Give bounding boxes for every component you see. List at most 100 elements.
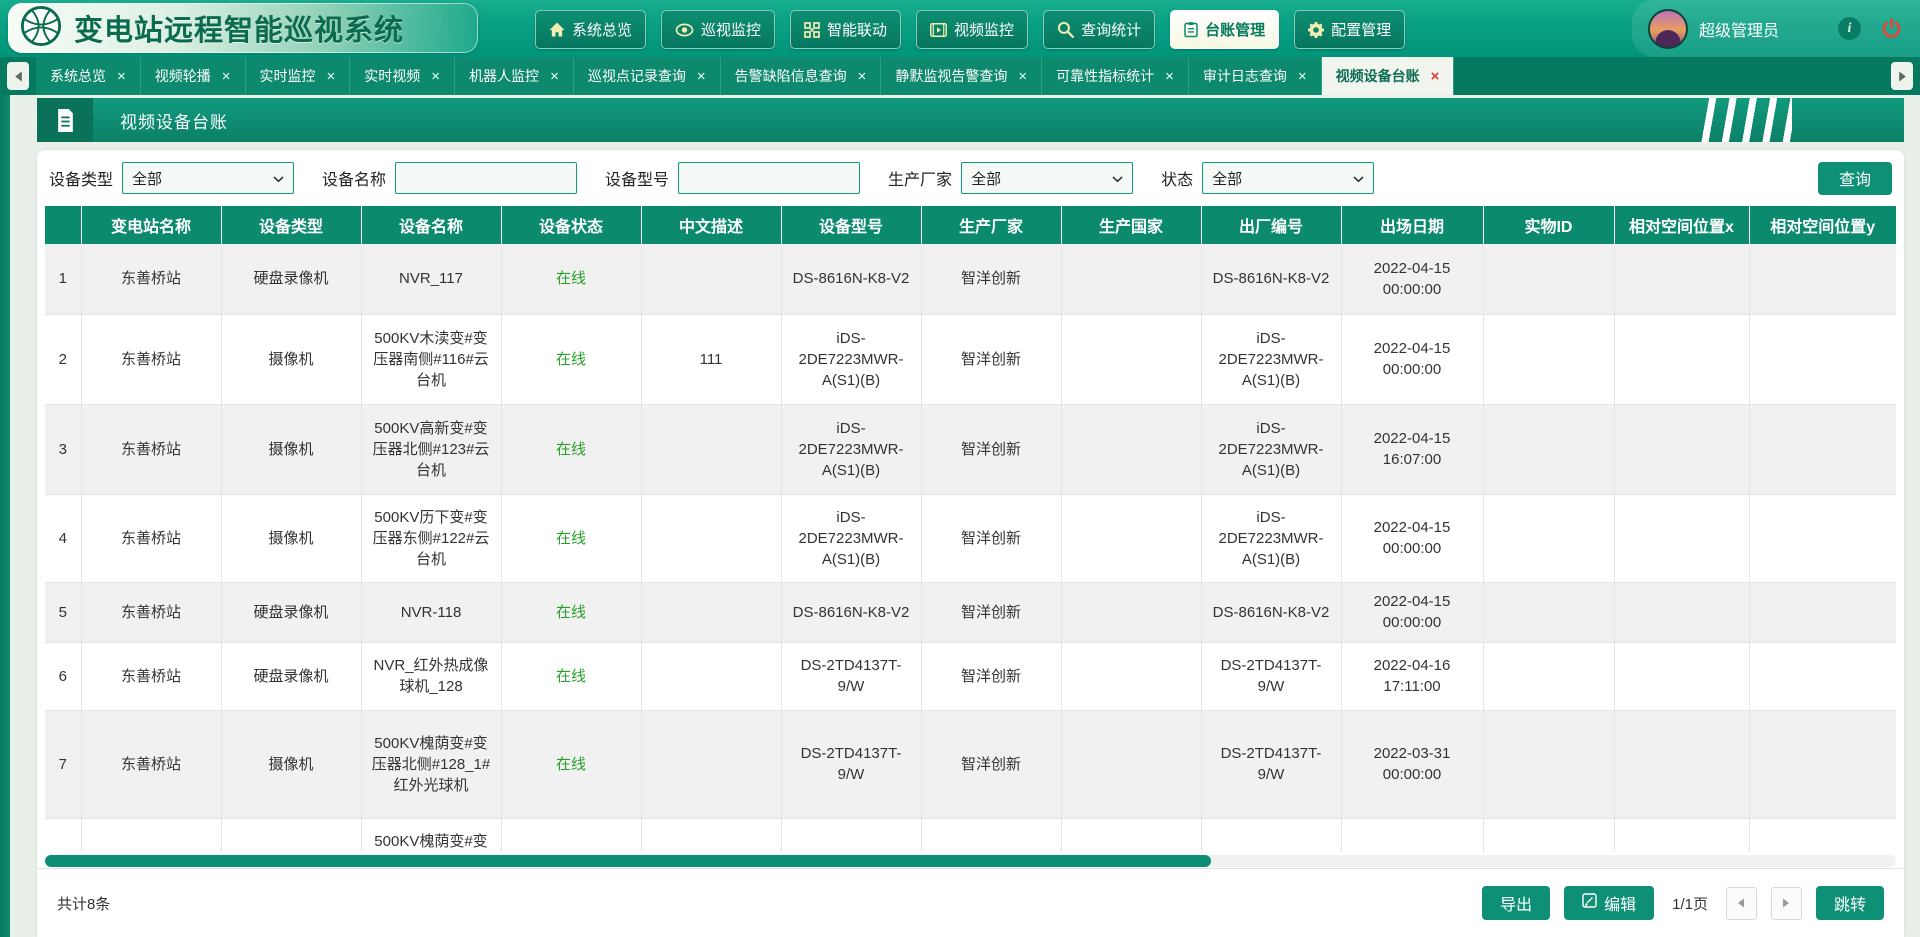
table-row: 4东善桥站摄像机500KV历下变#变压器东侧#122#云台机在线iDS-2DE7…	[45, 494, 1896, 582]
tab-close-icon[interactable]: ×	[431, 69, 440, 84]
tab-label: 审计日志查询	[1203, 66, 1287, 86]
nav-config-management[interactable]: 配置管理	[1294, 10, 1405, 49]
table-cell: 在线	[501, 642, 641, 710]
table-cell	[1483, 244, 1614, 314]
tab-5[interactable]: 巡视点记录查询×	[574, 57, 721, 95]
tab-close-icon[interactable]: ×	[327, 69, 336, 84]
table-cell: 2022-04-15 00:00:00	[1341, 244, 1483, 314]
tabs-scroll-right-button[interactable]	[1891, 62, 1913, 90]
nav-query-stats[interactable]: 查询统计	[1043, 10, 1155, 49]
jump-button[interactable]: 跳转	[1816, 886, 1884, 920]
table-cell: 摄像机	[221, 494, 361, 582]
table-cell	[1483, 710, 1614, 818]
tab-1[interactable]: 视频轮播 ×	[141, 57, 246, 95]
column-header: 生产厂家	[921, 206, 1061, 244]
filter-device-type-select[interactable]: 全部	[122, 162, 294, 194]
tab-8[interactable]: 可靠性指标统计×	[1042, 57, 1189, 95]
eye-icon	[675, 23, 694, 37]
filter-device-name-input[interactable]	[395, 162, 577, 194]
tab-close-icon[interactable]: ×	[550, 69, 559, 84]
table-cell: DS-8616N-K8-V2	[781, 244, 921, 314]
tab-close-icon[interactable]: ×	[1165, 69, 1174, 84]
edit-icon	[1582, 893, 1597, 913]
table-cell: 在线	[501, 244, 641, 314]
table-cell	[1749, 244, 1896, 314]
page-indicator: 1/1页	[1672, 893, 1708, 914]
nav-system-overview[interactable]: 系统总览	[535, 10, 646, 49]
table-cell	[1749, 314, 1896, 404]
nav-patrol-monitor[interactable]: 巡视监控	[661, 10, 775, 49]
tabs-scroll-left-button[interactable]	[7, 62, 29, 90]
tab-4[interactable]: 机器人监控×	[455, 57, 574, 95]
tab-label: 视频设备台账	[1336, 66, 1420, 86]
table-cell: 在线	[501, 404, 641, 494]
filter-device-model-input[interactable]	[678, 162, 860, 194]
tabs: 系统总览×视频轮播×实时监控×实时视频×机器人监控×巡视点记录查询×告警缺陷信息…	[36, 57, 1454, 95]
tab-close-icon[interactable]: ×	[117, 69, 126, 84]
nav-ledger-management[interactable]: 台账管理	[1170, 10, 1279, 49]
table-cell	[1749, 642, 1896, 710]
tab-close-icon[interactable]: ×	[697, 69, 706, 84]
user-name: 超级管理员	[1699, 17, 1779, 41]
filter-manufacturer-select[interactable]: 全部	[961, 162, 1133, 194]
power-icon[interactable]	[1881, 18, 1902, 39]
column-header: 出场日期	[1341, 206, 1483, 244]
tab-close-icon[interactable]: ×	[1298, 69, 1307, 84]
table-cell: 111	[641, 314, 781, 404]
app-window: 变电站远程智能巡视系统 系统总览巡视监控智能联动视频监控查询统计台账管理配置管理…	[0, 0, 1920, 937]
filter-label: 设备名称	[322, 166, 386, 190]
table-cell: 5	[45, 582, 81, 642]
gear-icon	[1308, 22, 1324, 38]
ledger-icon	[1184, 21, 1198, 38]
tab-6[interactable]: 告警缺陷信息查询×	[721, 57, 882, 95]
column-header: 实物ID	[1483, 206, 1614, 244]
table-cell: NVR_117	[361, 244, 501, 314]
tab-9[interactable]: 审计日志查询 ×	[1189, 57, 1322, 95]
tab-close-icon[interactable]: ×	[1018, 69, 1027, 84]
table-cell: DS-8616N-K8-V2	[1201, 582, 1341, 642]
next-page-button[interactable]	[1771, 887, 1802, 920]
export-button[interactable]: 导出	[1482, 886, 1550, 920]
table-cell: 硬盘录像机	[221, 244, 361, 314]
column-header: 相对空间位置x	[1614, 206, 1749, 244]
filter-status-select[interactable]: 全部	[1202, 162, 1374, 194]
table-cell	[1614, 710, 1749, 818]
tab-close-icon[interactable]: ×	[222, 69, 231, 84]
page-title: 视频设备台账	[120, 108, 228, 133]
info-icon[interactable]: i	[1838, 17, 1861, 40]
tab-0[interactable]: 系统总览×	[36, 57, 141, 95]
tab-close-icon[interactable]: ×	[1431, 69, 1440, 84]
chevron-down-icon	[273, 170, 284, 187]
tab-close-icon[interactable]: ×	[858, 69, 867, 84]
table-row: 3东善桥站摄像机500KV高新变#变压器北侧#123#云台机在线iDS-2DE7…	[45, 404, 1896, 494]
avatar[interactable]	[1648, 9, 1688, 49]
column-header: 变电站名称	[81, 206, 221, 244]
edit-button[interactable]: 编辑	[1564, 886, 1654, 920]
table-cell	[1061, 642, 1201, 710]
table-cell	[641, 494, 781, 582]
main-nav: 系统总览巡视监控智能联动视频监控查询统计 台账管理 配置管理	[535, 10, 1405, 49]
table-cell: 2022-04-15 16:07:00	[1341, 404, 1483, 494]
table-cell: 在线	[501, 494, 641, 582]
table-cell	[1061, 404, 1201, 494]
tab-7[interactable]: 静默监视告警查询×	[881, 57, 1042, 95]
nav-label: 配置管理	[1331, 19, 1391, 40]
tab-active[interactable]: 视频设备台账 ×	[1322, 57, 1455, 95]
tab-2[interactable]: 实时监控×	[246, 57, 351, 95]
link-grid-icon	[804, 22, 820, 38]
filter-group-manufacturer: 生产厂家全部	[888, 162, 1133, 194]
nav-smart-linkage[interactable]: 智能联动	[790, 10, 901, 49]
search-button[interactable]: 查询	[1818, 162, 1892, 195]
table-cell	[501, 818, 641, 852]
table-cell: 1	[45, 244, 81, 314]
nav-video-monitor[interactable]: 视频监控	[916, 10, 1028, 49]
prev-page-button[interactable]	[1726, 887, 1757, 920]
table-row: 5东善桥站硬盘录像机NVR-118在线DS-8616N-K8-V2智洋创新DS-…	[45, 582, 1896, 642]
table-cell	[1749, 494, 1896, 582]
table-cell	[641, 244, 781, 314]
tab-label: 视频轮播	[155, 66, 211, 86]
tab-3[interactable]: 实时视频×	[350, 57, 455, 95]
select-value: 全部	[132, 168, 273, 189]
horizontal-scrollbar-thumb[interactable]	[45, 855, 1211, 867]
nav-label: 台账管理	[1205, 19, 1265, 40]
